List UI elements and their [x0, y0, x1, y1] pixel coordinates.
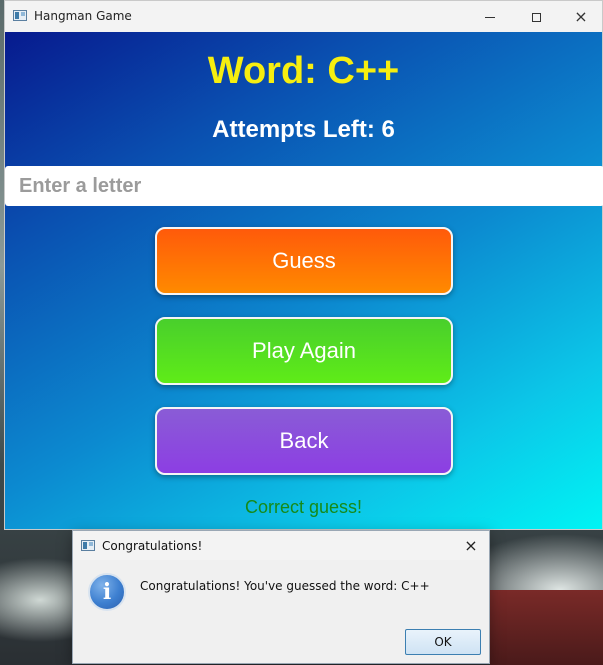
close-icon: ×	[574, 7, 588, 26]
maximize-icon	[531, 13, 541, 23]
congratulations-dialog: Congratulations! × i Congratulations! Yo…	[72, 530, 490, 664]
close-icon: ×	[464, 536, 478, 555]
dialog-close-button[interactable]: ×	[457, 534, 485, 558]
dialog-message: Congratulations! You've guessed the word…	[140, 579, 430, 593]
app-icon	[13, 10, 27, 21]
window-title: Hangman Game	[34, 9, 132, 23]
dialog-title: Congratulations!	[102, 539, 203, 553]
hangman-window: Hangman Game × Word: C++ Attempts Left: …	[4, 0, 603, 530]
word-label: Word: C++	[207, 50, 400, 92]
minimize-button[interactable]	[467, 1, 513, 32]
dialog-app-icon	[81, 540, 95, 551]
background-scenery	[490, 590, 603, 665]
ok-button[interactable]: OK	[405, 629, 481, 655]
guess-button[interactable]: Guess	[155, 227, 453, 295]
play-again-button[interactable]: Play Again	[155, 317, 453, 385]
attempts-label: Attempts Left: 6	[212, 116, 395, 143]
maximize-button[interactable]	[513, 1, 559, 32]
status-message: Correct guess!	[244, 497, 363, 517]
close-button[interactable]: ×	[558, 1, 603, 32]
dialog-titlebar[interactable]: Congratulations! ×	[73, 531, 489, 560]
letter-input[interactable]	[5, 166, 603, 206]
back-button[interactable]: Back	[155, 407, 453, 475]
game-panel: Word: C++ Attempts Left: 6 Guess Play Ag…	[5, 32, 603, 529]
window-titlebar[interactable]: Hangman Game ×	[5, 1, 602, 33]
info-icon: i	[88, 573, 126, 611]
minimize-icon	[485, 17, 495, 19]
